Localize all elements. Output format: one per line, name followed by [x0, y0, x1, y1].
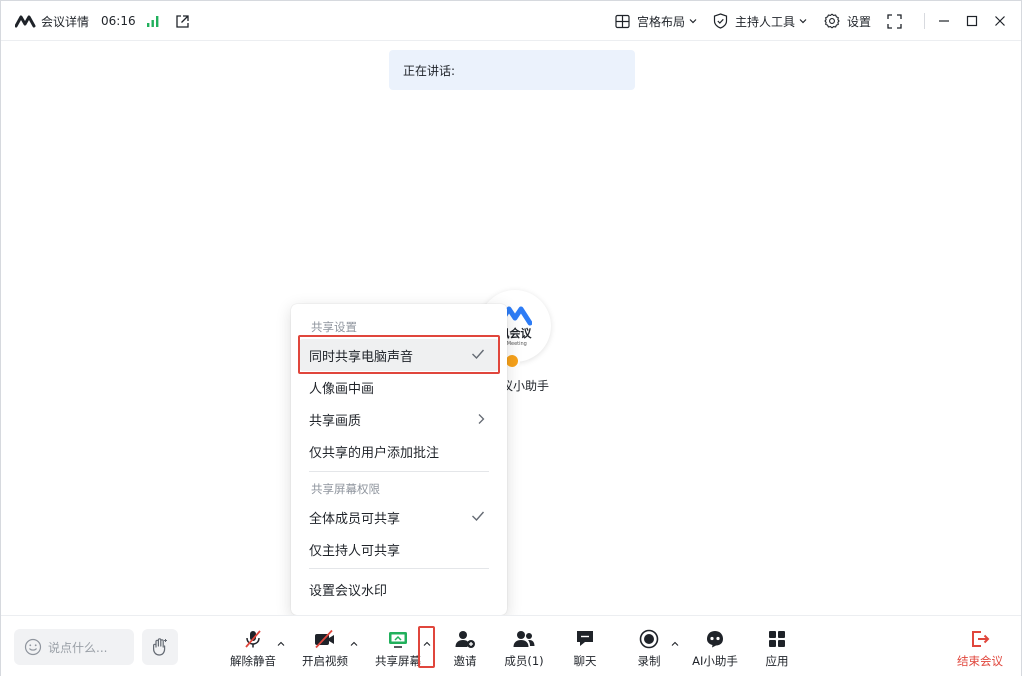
record-label: 录制: [637, 654, 661, 668]
menu-group-title-share-settings: 共享设置: [311, 320, 357, 334]
share-screen-icon: [389, 632, 407, 648]
ai-assistant-icon: [707, 631, 723, 648]
menu-item-label: 全体成员可共享: [309, 511, 401, 527]
speaking-indicator: 正在讲话:: [389, 50, 635, 90]
end-meeting-button[interactable]: 结束会议: [950, 628, 1010, 669]
menu-group-title-share-permission: 共享屏幕权限: [311, 482, 380, 496]
menu-item-all-members-can-share[interactable]: 全体成员可共享: [299, 501, 499, 533]
gear-icon: [824, 13, 840, 29]
host-tools-label: 主持人工具: [735, 14, 796, 29]
members-icon: [513, 631, 535, 647]
menu-item-picture-in-picture[interactable]: 人像画中画: [299, 371, 499, 403]
close-icon[interactable]: [994, 1, 1006, 41]
menu-item-label: 仅共享的用户添加批注: [309, 445, 440, 461]
speaking-label: 正在讲话:: [403, 63, 456, 78]
chevron-down-icon: [799, 19, 807, 24]
menu-item-label: 设置会议水印: [309, 583, 388, 599]
microphone-muted-icon: [245, 630, 261, 648]
menu-divider: [309, 471, 489, 472]
menu-item-share-computer-sound[interactable]: 同时共享电脑声音: [299, 339, 499, 371]
menu-item-label: 同时共享电脑声音: [309, 349, 414, 365]
checkmark-icon: [472, 511, 485, 522]
start-video-button[interactable]: 开启视频: [295, 628, 355, 669]
minimize-icon[interactable]: [938, 1, 950, 41]
end-meeting-label: 结束会议: [957, 654, 1003, 668]
apps-label: 应用: [765, 654, 789, 668]
grid-layout-icon: [615, 14, 630, 28]
chevron-up-icon[interactable]: [671, 640, 679, 648]
grid-layout-label: 宫格布局: [637, 14, 686, 29]
chevron-up-icon[interactable]: [423, 640, 431, 648]
checkmark-icon: [472, 349, 485, 360]
menu-divider: [309, 568, 489, 569]
chat-label: 聊天: [573, 654, 597, 668]
menu-item-label: 仅主持人可共享: [309, 543, 401, 559]
fullscreen-icon[interactable]: [887, 1, 902, 41]
invite-label: 邀请: [453, 654, 477, 668]
maximize-icon[interactable]: [966, 1, 978, 41]
apps-grid-icon: [769, 631, 785, 647]
raise-hand-button[interactable]: [142, 629, 178, 665]
raise-hand-icon: [153, 638, 167, 656]
settings-button[interactable]: 设置: [824, 1, 871, 41]
unmute-button[interactable]: 解除静音: [223, 628, 283, 669]
ai-assistant-button[interactable]: AI小助手: [685, 628, 745, 669]
camera-off-icon: [315, 629, 334, 649]
meeting-details-link[interactable]: 会议详情: [41, 1, 89, 41]
emoji-icon: [24, 638, 42, 656]
shield-check-icon: [713, 13, 728, 29]
host-tools-button[interactable]: 主持人工具: [713, 1, 807, 41]
titlebar-divider: [924, 13, 925, 29]
start-video-label: 开启视频: [302, 654, 348, 668]
menu-item-annotation-only-sharer[interactable]: 仅共享的用户添加批注: [299, 435, 499, 467]
open-external-icon[interactable]: [175, 1, 190, 41]
participant-name: 议小助手: [501, 379, 550, 393]
ai-assistant-label: AI小助手: [692, 654, 738, 668]
menu-item-host-only-share[interactable]: 仅主持人可共享: [299, 533, 499, 565]
meeting-timer: 06:16: [101, 14, 136, 28]
grid-layout-button[interactable]: 宫格布局: [615, 1, 697, 41]
settings-label: 设置: [847, 14, 872, 29]
apps-button[interactable]: 应用: [747, 628, 807, 669]
chevron-down-icon: [689, 19, 697, 24]
menu-item-label: 共享画质: [309, 413, 362, 429]
unmute-label: 解除静音: [230, 654, 276, 668]
chevron-right-icon: [478, 414, 485, 424]
chevron-up-icon[interactable]: [350, 640, 358, 648]
share-screen-button[interactable]: 共享屏幕: [368, 628, 428, 669]
members-label: 成员(1): [504, 654, 544, 668]
title-bar: 会议详情 06:16 宫格布局 主持人工具 设置: [1, 1, 1021, 41]
chat-button[interactable]: 聊天: [555, 628, 615, 669]
menu-item-label: 人像画中画: [309, 381, 375, 397]
chat-input[interactable]: 说点什么...: [14, 629, 134, 665]
share-settings-menu: 共享设置 同时共享电脑声音 人像画中画 共享画质 仅共享的用户添加批注 共享屏幕…: [291, 304, 507, 615]
exit-icon: [972, 631, 990, 647]
members-button[interactable]: 成员(1): [494, 628, 554, 669]
chevron-up-icon[interactable]: [277, 640, 285, 648]
invite-button[interactable]: 邀请: [435, 628, 495, 669]
meeting-window: 会议详情 06:16 宫格布局 主持人工具 设置 正在讲话: 讯会议 t Mee…: [0, 0, 1022, 676]
menu-item-share-quality[interactable]: 共享画质: [299, 403, 499, 435]
chat-input-placeholder: 说点什么...: [48, 640, 108, 655]
bottom-toolbar: 说点什么... 解除静音 开启视频 共享屏幕 邀请 成员(1) 聊天 录制 AI…: [1, 615, 1021, 676]
share-screen-label: 共享屏幕: [375, 654, 421, 668]
add-user-icon: [455, 631, 475, 648]
app-logo-icon: [15, 1, 37, 41]
menu-item-watermark-settings[interactable]: 设置会议水印: [299, 573, 499, 605]
record-icon: [639, 629, 659, 649]
signal-strength-icon[interactable]: [146, 1, 160, 41]
chat-icon: [577, 631, 593, 646]
record-button[interactable]: 录制: [619, 628, 679, 669]
